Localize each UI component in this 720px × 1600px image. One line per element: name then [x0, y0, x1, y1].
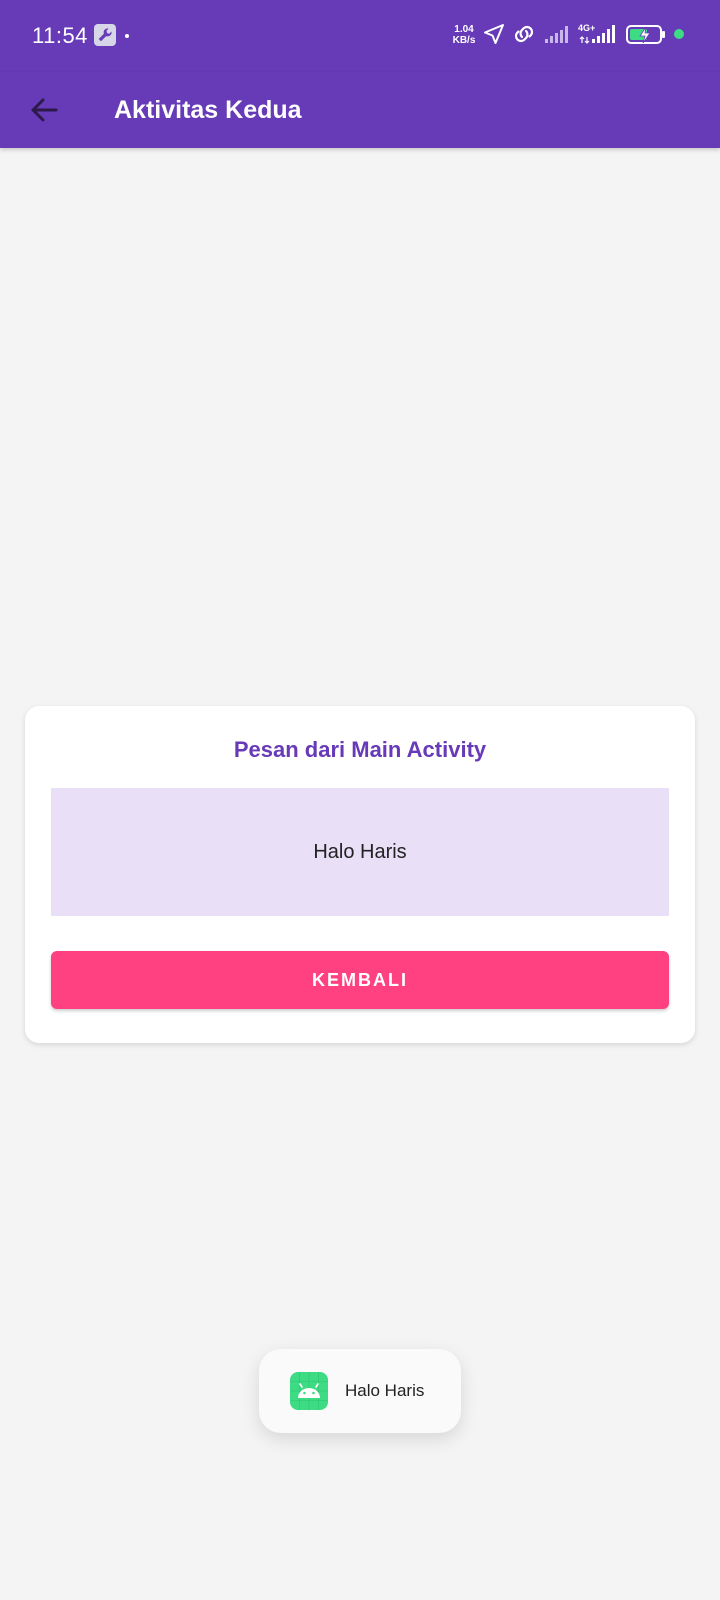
message-box: Halo Haris	[51, 788, 669, 916]
recording-indicator-dot	[674, 29, 684, 39]
network-speed-unit: KB/s	[452, 35, 476, 46]
network-speed-value: 1.04	[454, 24, 474, 35]
back-button[interactable]	[20, 86, 68, 134]
back-action-button[interactable]: KEMBALI	[51, 951, 669, 1009]
wrench-icon	[94, 24, 116, 46]
status-bar: 11:54 1.04 KB/s 4G+	[0, 0, 720, 72]
arrow-back-icon	[31, 98, 58, 122]
message-card: Pesan dari Main Activity Halo Haris KEMB…	[25, 706, 695, 1043]
notification-dot	[125, 34, 129, 38]
link-icon	[514, 25, 534, 43]
signal-4g-icon	[579, 25, 615, 44]
android-app-icon	[290, 1372, 328, 1410]
status-time: 11:54	[32, 23, 88, 48]
toast: Halo Haris	[259, 1349, 461, 1433]
app-bar: Aktivitas Kedua	[0, 72, 720, 148]
card-title: Pesan dari Main Activity	[233, 737, 487, 762]
battery-charging-icon	[626, 25, 665, 44]
network-speed: 1.04 KB/s	[449, 24, 479, 46]
toast-message: Halo Haris	[345, 1381, 425, 1400]
message-text: Halo Haris	[313, 840, 407, 863]
signal-icon	[545, 26, 568, 43]
location-arrow-icon	[484, 24, 504, 44]
page-title: Aktivitas Kedua	[114, 96, 302, 124]
